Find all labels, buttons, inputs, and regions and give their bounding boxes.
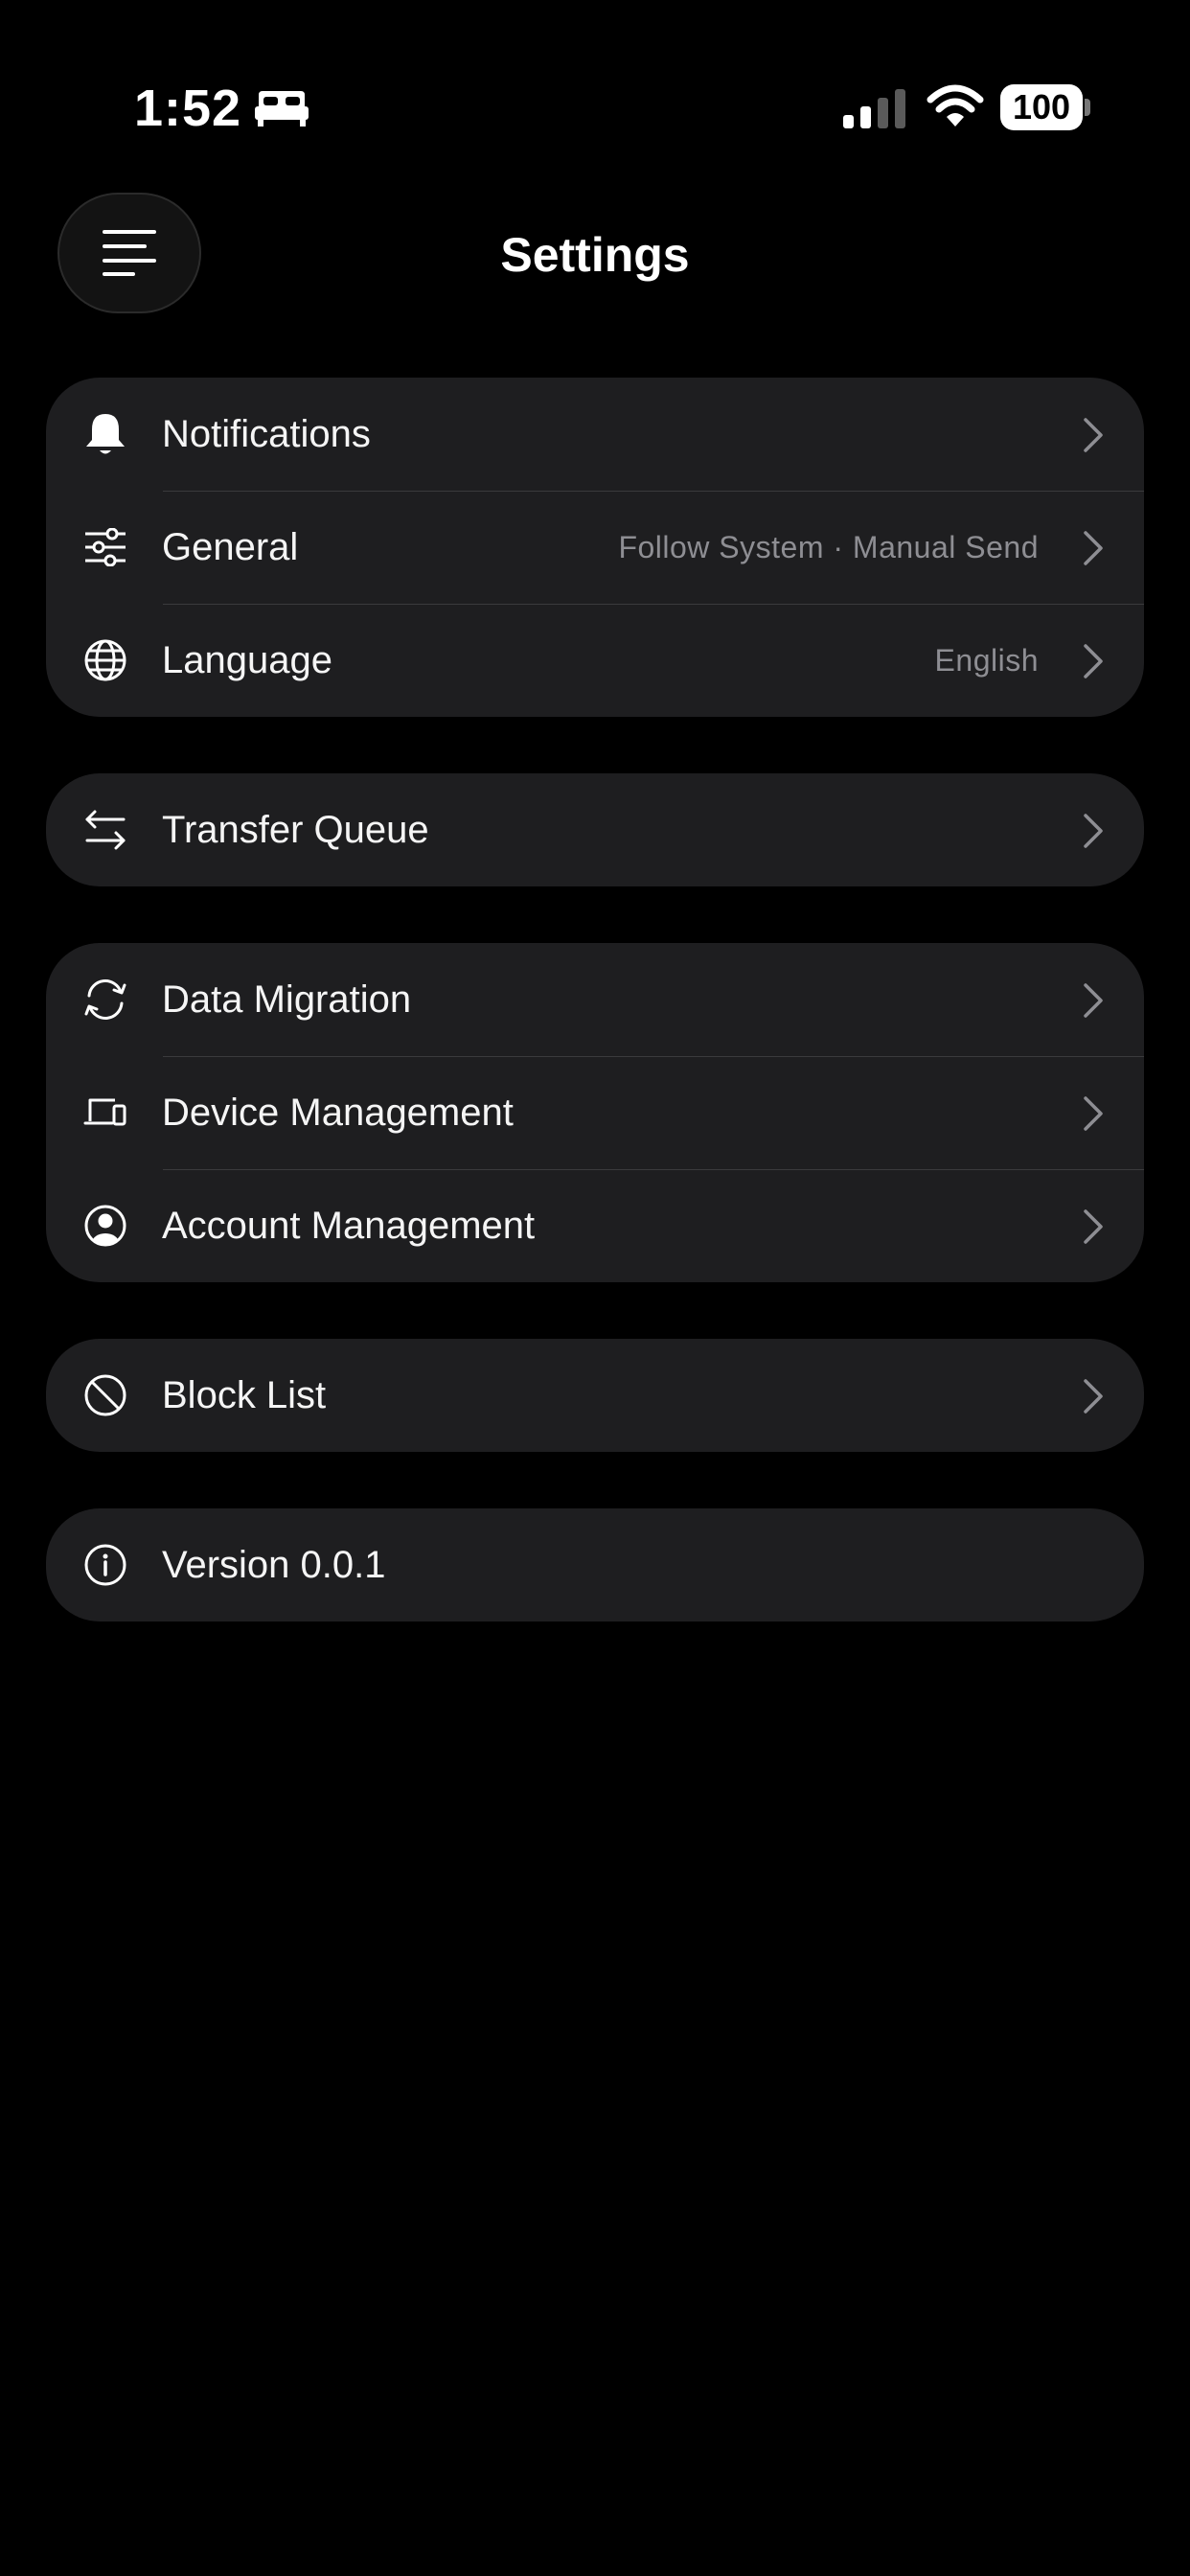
row-general[interactable]: General Follow System · Manual Send — [46, 491, 1144, 604]
globe-icon — [82, 637, 128, 683]
info-icon — [82, 1542, 128, 1588]
row-label: Block List — [162, 1374, 327, 1416]
battery-level: 100 — [1012, 87, 1071, 126]
account-circle-icon — [82, 1203, 128, 1249]
status-time-text: 1:52 — [134, 80, 242, 137]
status-time: 1:52 — [134, 75, 309, 142]
settings-group-general: Notifications General Follow System · Ma… — [46, 378, 1144, 717]
chevron-right-icon — [1084, 1209, 1103, 1244]
settings-group-data: Data Migration Device Management Account… — [46, 943, 1144, 1282]
battery-cap — [1085, 99, 1090, 116]
chevron-right-icon — [1084, 418, 1103, 452]
bell-icon — [82, 411, 128, 457]
row-label: Data Migration — [162, 978, 412, 1021]
row-label: Language — [162, 639, 332, 681]
sync-icon — [82, 977, 128, 1023]
row-device-management[interactable]: Device Management — [46, 1056, 1144, 1169]
chevron-right-icon — [1084, 531, 1103, 565]
row-label: Device Management — [162, 1092, 514, 1134]
transfer-arrows-icon — [82, 807, 128, 853]
settings-group-block: Block List — [46, 1339, 1144, 1452]
row-version: Version 0.0.1 — [46, 1508, 1144, 1622]
row-label: Account Management — [162, 1205, 536, 1247]
row-data-migration[interactable]: Data Migration — [46, 943, 1144, 1056]
row-block-list[interactable]: Block List — [46, 1339, 1144, 1452]
settings-group-version: Version 0.0.1 — [46, 1508, 1144, 1622]
cellular-signal-icon — [843, 89, 905, 128]
wifi-icon — [927, 84, 984, 126]
row-label: General — [162, 526, 299, 568]
settings-group-transfer: Transfer Queue — [46, 773, 1144, 886]
chevron-right-icon — [1084, 644, 1103, 678]
row-transfer-queue[interactable]: Transfer Queue — [46, 773, 1144, 886]
row-label: Notifications — [162, 413, 371, 455]
devices-icon — [82, 1090, 128, 1136]
chevron-right-icon — [1084, 1379, 1103, 1414]
sliders-icon — [82, 524, 128, 570]
page-title: Settings — [500, 228, 690, 282]
status-bar: 1:52 100 — [0, 0, 1190, 172]
chevron-right-icon — [1084, 983, 1103, 1018]
chevron-right-icon — [1084, 1096, 1103, 1131]
bed-icon — [255, 91, 309, 126]
version-label: Version 0.0.1 — [162, 1544, 386, 1586]
battery-icon: 100 — [1000, 84, 1083, 130]
row-language[interactable]: Language English — [46, 604, 1144, 717]
row-account-management[interactable]: Account Management — [46, 1169, 1144, 1282]
row-value: English — [934, 643, 1039, 678]
chevron-right-icon — [1084, 814, 1103, 848]
row-notifications[interactable]: Notifications — [46, 378, 1144, 491]
row-value: Follow System · Manual Send — [618, 530, 1039, 564]
block-icon — [82, 1372, 128, 1418]
row-label: Transfer Queue — [162, 809, 429, 851]
